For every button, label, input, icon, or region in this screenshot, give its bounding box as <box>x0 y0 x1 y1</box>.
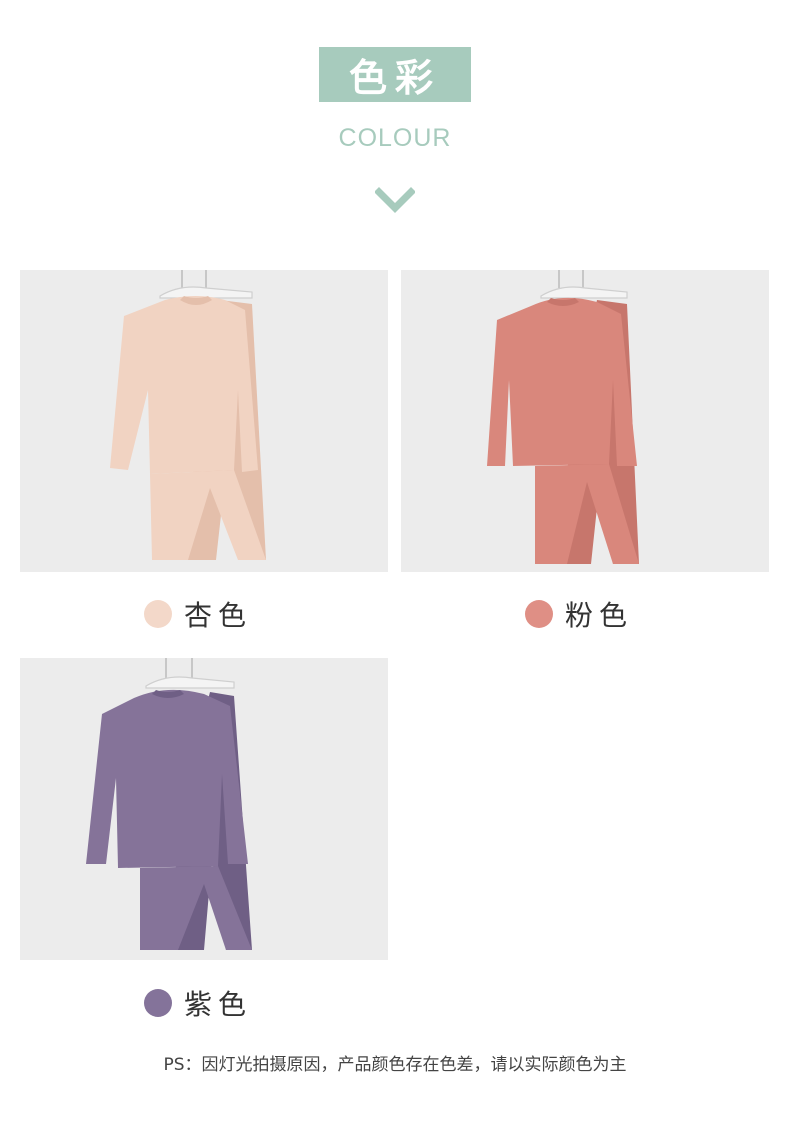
color-label-purple: 紫色 <box>144 983 252 1023</box>
color-label-pink: 粉色 <box>525 594 633 634</box>
garment-illustration-pink <box>487 270 639 564</box>
garment-illustration-apricot <box>110 270 266 560</box>
hanger-icon <box>540 270 628 299</box>
color-swatch-dot <box>144 989 172 1017</box>
hanger-icon <box>145 658 235 689</box>
color-name: 杏色 <box>184 599 253 632</box>
section-subtitle: COLOUR <box>338 124 452 152</box>
garment-illustration-purple <box>86 658 252 950</box>
product-image-apricot <box>20 270 388 572</box>
hanger-icon <box>159 270 253 299</box>
product-image-pink <box>401 270 769 572</box>
chevron-stroke <box>375 187 415 213</box>
color-swatch-dot <box>525 600 553 628</box>
disclaimer-note: PS：因灯光拍摄原因，产品颜色存在色差，请以实际颜色为主 <box>163 1055 627 1075</box>
product-image-purple <box>20 658 388 960</box>
section-title: 色彩 <box>319 47 471 102</box>
chevron-down-icon <box>375 187 415 213</box>
section-title-text: 色彩 <box>348 56 441 100</box>
color-label-apricot: 杏色 <box>144 594 252 634</box>
color-name: 紫色 <box>184 988 253 1021</box>
color-swatch-dot <box>144 600 172 628</box>
color-name: 粉色 <box>565 599 634 632</box>
